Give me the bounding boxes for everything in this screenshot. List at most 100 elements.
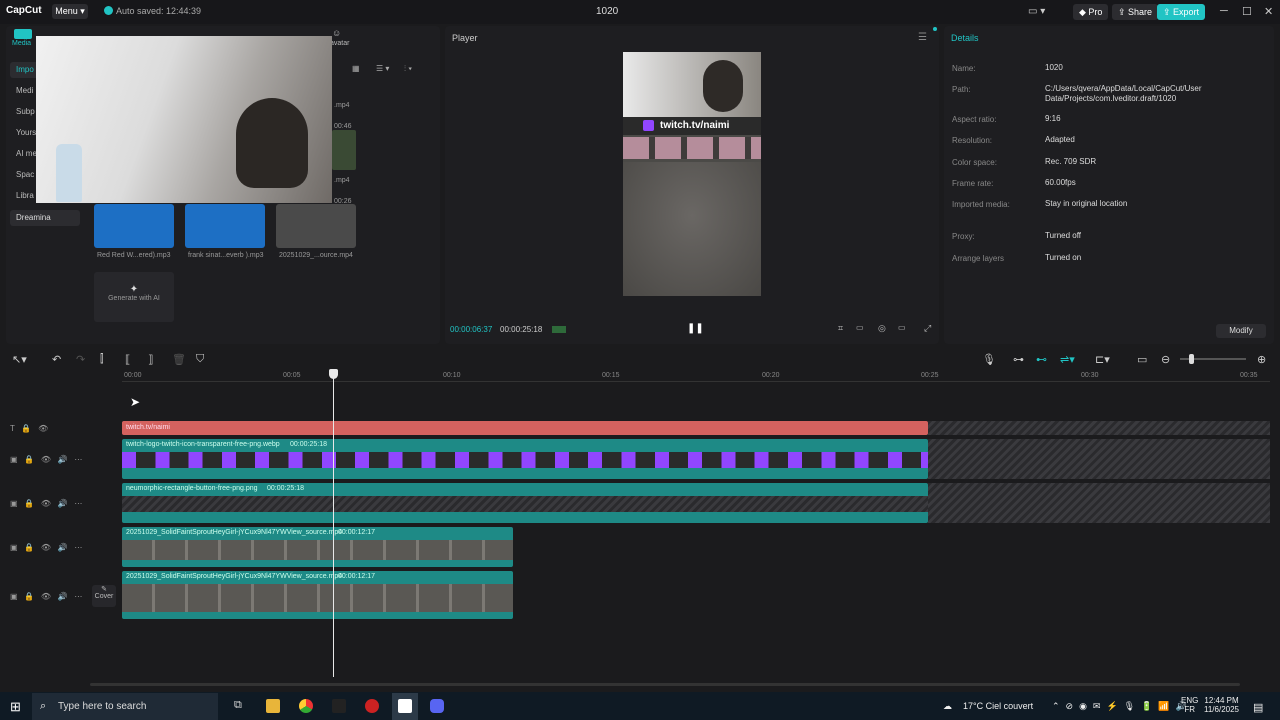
speaker-icon[interactable]: 🔊 (58, 455, 68, 464)
timeline-scrollbar[interactable] (90, 683, 1240, 686)
audio-thumbnail[interactable] (185, 204, 265, 248)
ruler-label: 00:30 (1081, 372, 1099, 379)
sticker-clip[interactable]: twitch-logo-twitch-icon-transparent-free… (122, 439, 928, 479)
text-clip[interactable]: twitch.tv/naimi (122, 421, 928, 435)
cover-button[interactable]: ✎ Cover (92, 585, 116, 607)
fullscreen-icon[interactable]: ⤢ (924, 323, 931, 334)
avatar-icon[interactable]: ☺ (332, 28, 341, 38)
playhead-handle[interactable] (329, 369, 338, 379)
share-button[interactable]: ⇪ Share (1112, 4, 1159, 20)
preview-button-strip (623, 137, 761, 159)
lock-icon[interactable]: 🔒 (24, 592, 34, 601)
task-view-icon[interactable]: ⧉ (234, 699, 248, 713)
obs-icon[interactable] (365, 699, 379, 713)
select-tool-icon[interactable]: ↖▾ (12, 353, 27, 366)
video-preview[interactable]: twitch.tv/naimi (623, 52, 761, 296)
quality-icon[interactable]: ▭ (856, 323, 864, 332)
more-icon[interactable]: ⋯ (74, 455, 82, 464)
more-icon[interactable]: ⋯ (74, 543, 82, 552)
media-tab-icon[interactable] (14, 29, 32, 39)
redo-icon[interactable]: ↷ (76, 353, 85, 366)
speaker-icon[interactable]: 🔊 (58, 592, 68, 601)
pause-icon[interactable]: ❚❚ (687, 323, 704, 334)
grid-view-icon[interactable]: ▦ (352, 64, 360, 73)
video-thumbnail[interactable] (276, 204, 356, 248)
weather-text[interactable]: 17°C Ciel couvert (963, 701, 1033, 711)
eye-icon[interactable]: 👁 (41, 543, 51, 552)
minimize-icon[interactable]: ─ (1220, 5, 1228, 17)
notification-icon[interactable]: ▤ (1253, 701, 1263, 714)
ratio-icon[interactable]: ▭ (898, 323, 906, 332)
more-icon[interactable]: ⋯ (74, 592, 82, 601)
eye-icon[interactable]: 👁 (41, 455, 51, 464)
file-explorer-icon[interactable] (266, 699, 280, 713)
detail-label: Color space: (952, 158, 997, 167)
export-button[interactable]: ⇪ Export (1157, 4, 1206, 20)
chrome-icon[interactable] (299, 699, 313, 713)
zoom-in-icon[interactable]: ⊕ (1257, 353, 1266, 366)
shield-icon[interactable]: ⛉ (196, 353, 204, 366)
undo-icon[interactable]: ↶ (52, 353, 61, 366)
track-controls-text: T 🔒 👁 (10, 424, 48, 433)
main-video-clip[interactable]: 20251029_SolidFaintSproutHeyGirl-jYCux9N… (122, 571, 513, 619)
clock[interactable]: 12:44 PM 11/6/2025 (1204, 696, 1239, 714)
sort-icon[interactable]: ☰ ▾ (376, 64, 389, 73)
player-menu-icon[interactable]: ☰ (918, 32, 927, 43)
audio-thumbnail[interactable] (94, 204, 174, 248)
link-icon[interactable]: ⊶ (1013, 353, 1024, 366)
tab-media[interactable]: Media (12, 40, 31, 47)
crop-icon[interactable]: ⌗ (838, 323, 843, 334)
notification-dot (933, 27, 937, 31)
more-icon[interactable]: ⋯ (74, 499, 82, 508)
lock-icon[interactable]: 🔒 (24, 543, 34, 552)
language-indicator[interactable]: ENG FR (1181, 696, 1198, 714)
close-icon[interactable]: ✕ (1264, 5, 1273, 18)
maximize-icon[interactable]: ☐ (1242, 5, 1252, 18)
zoom-out-icon[interactable]: ⊖ (1161, 353, 1170, 366)
speaker-icon[interactable]: 🔊 (58, 543, 68, 552)
discord-icon[interactable] (430, 699, 444, 713)
caption-icon[interactable]: ▭ (1137, 353, 1147, 366)
title-bar: CapCut Menu ▾ Auto saved: 12:44:39 1020 … (0, 0, 1280, 24)
taskbar-search[interactable]: ⌕ Type here to search (32, 693, 218, 720)
lock-icon[interactable]: 🔒 (21, 424, 31, 433)
video-clip[interactable]: 20251029_SolidFaintSproutHeyGirl-jYCux9N… (122, 527, 513, 567)
capcut-taskbar-item[interactable] (392, 693, 418, 720)
filter-icon[interactable]: ⫶ ▾ (404, 64, 412, 74)
modify-button[interactable]: Modify (1216, 324, 1266, 338)
edit-icon: ✎ (101, 586, 107, 593)
app-icon[interactable] (332, 699, 346, 713)
trash-icon[interactable]: 🗑 (172, 353, 186, 366)
lock-icon[interactable]: 🔒 (24, 455, 34, 464)
snapshot-icon[interactable]: ◎ (878, 323, 886, 334)
preview-axis-icon[interactable]: ⊏▾ (1095, 353, 1110, 366)
menu-button[interactable]: Menu ▾ (52, 4, 88, 19)
detail-label: Arrange layers (952, 254, 1005, 263)
system-tray-icons[interactable]: ⌃⊘◉✉⚡🎙🔋📶🔊 (1052, 701, 1193, 712)
eye-icon[interactable]: 👁 (38, 424, 48, 433)
pro-button[interactable]: ◆ Pro (1073, 4, 1109, 20)
snap-icon[interactable]: ⇌▾ (1060, 353, 1075, 366)
windows-start-icon[interactable]: ⊞ (10, 699, 21, 715)
speaker-icon[interactable]: 🔊 (58, 499, 68, 508)
tab-avatar[interactable]: avatar (330, 40, 349, 47)
delete-left-icon[interactable]: ⟦ (125, 353, 130, 366)
eye-icon[interactable]: 👁 (41, 592, 51, 601)
microphone-icon[interactable]: 🎙 (982, 353, 996, 366)
app-logo: CapCut (6, 5, 42, 16)
generate-with-ai-button[interactable]: ✦ Generate with AI (94, 272, 174, 322)
split-icon[interactable]: ⫿ (100, 353, 104, 366)
sidebar-item-dreamina[interactable]: Dreamina (10, 210, 80, 226)
video-thumbnail[interactable] (332, 130, 356, 170)
export-label: Export (1173, 7, 1200, 17)
track-controls-main: ▣ 🔒 👁 🔊 ⋯ (10, 592, 82, 601)
lock-icon[interactable]: 🔒 (24, 499, 34, 508)
magnet-icon[interactable]: ⊷ (1036, 353, 1047, 366)
eye-icon[interactable]: 👁 (41, 499, 51, 508)
zoom-slider-handle[interactable] (1189, 354, 1194, 364)
playhead[interactable] (333, 374, 334, 677)
webcam-person (236, 98, 308, 188)
layout-icon[interactable]: ▭ ▾ (1028, 6, 1045, 17)
delete-right-icon[interactable]: ⟧ (148, 353, 153, 366)
image-clip[interactable]: neumorphic-rectangle-button-free-png.png… (122, 483, 928, 523)
